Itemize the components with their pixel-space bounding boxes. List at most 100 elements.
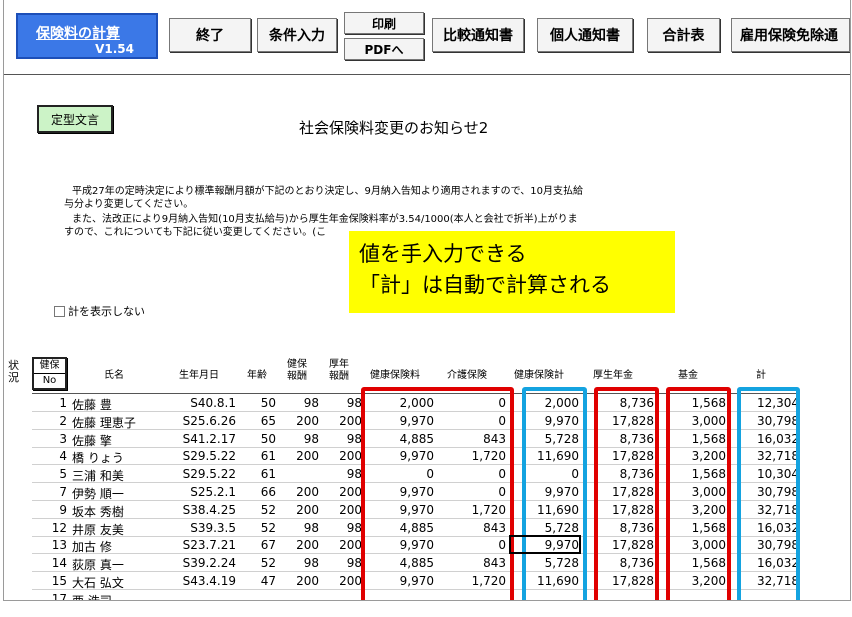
status-column-label: 状況 [8,359,19,384]
cell-age: 66 [260,485,276,499]
employment-exempt-button[interactable]: 雇用保険免除通 [731,18,850,52]
header-care-ins: 介護保険 [447,370,487,381]
cell-pension-std[interactable]: 98 [322,521,362,535]
cell-health-std[interactable]: 200 [279,449,319,463]
cell-health-std[interactable]: 200 [279,485,319,499]
cell-birth: S25.2.1 [190,485,236,499]
template-text-button[interactable]: 定型文言 [37,105,113,133]
cell-age: 47 [260,574,276,588]
cell-pension-std[interactable]: 98 [322,396,362,410]
cell-pension-std[interactable]: 98 [322,556,362,570]
header-line: 厚年 [329,359,349,370]
notice-title: 社会保険料変更のお知らせ2 [299,119,489,137]
cell-pension-std[interactable]: 98 [322,432,362,446]
header-pension: 厚生年金 [593,370,633,381]
cell-name: 西 浩司 [72,594,112,601]
selected-cell-indicator [509,535,581,554]
annotation-callout: 値を手入力できる 「計」は自動で計算される [349,231,675,313]
auto-calc-highlight-blue [522,387,587,600]
cell-no: 1 [59,396,67,410]
compare-notice-button[interactable]: 比較通知書 [432,18,524,52]
notice-paragraph-line: すので、これについても下記に従い変更してください。(こ [64,227,327,238]
header-pension-std: 厚年 報酬 [329,359,349,383]
auto-calc-highlight-blue [737,387,800,600]
cell-health-std[interactable]: 200 [279,538,319,552]
cell-age: 61 [260,467,276,482]
app-brand-button[interactable]: 保険料の計算 V1.54 [16,13,158,59]
cell-birth: S23.7.21 [182,538,236,553]
pdf-button[interactable]: PDFへ [344,38,424,60]
cell-age: 67 [260,538,276,553]
cell-health-std[interactable]: 98 [279,521,319,535]
cell-birth: S29.5.22 [182,449,236,464]
manual-input-highlight-red [594,387,659,600]
cell-health-std[interactable]: 200 [279,503,319,517]
cell-birth: S40.8.1 [190,396,236,410]
cell-birth: S43.4.19 [182,574,236,588]
cell-pension-std[interactable]: 200 [322,574,362,588]
app-title: 保険料の計算 [36,26,120,42]
callout-line: 値を手入力できる [359,242,527,266]
health-no-sort-button[interactable]: 健保 No [32,357,67,390]
personal-notice-button[interactable]: 個人通知書 [537,18,633,52]
total-table-button[interactable]: 合計表 [647,18,720,52]
end-button[interactable]: 終了 [169,18,251,52]
cell-no: 14 [51,556,67,571]
cell-pension-std[interactable]: 200 [322,449,362,463]
cell-birth: S29.5.22 [182,467,236,482]
header-total: 計 [756,370,766,381]
header-health-ins: 健康保険料 [370,370,420,381]
app-version: V1.54 [95,42,134,56]
cell-no: 5 [59,467,67,482]
header-age: 年齢 [247,370,267,381]
header-birth: 生年月日 [179,370,219,381]
cell-age: 50 [260,396,276,410]
cell-health-std[interactable]: 98 [279,396,319,410]
conditions-input-button[interactable]: 条件入力 [257,18,337,52]
cell-pension-std[interactable]: 98 [322,467,362,481]
manual-input-highlight-red [666,387,731,600]
cell-birth: S39.3.5 [190,520,236,535]
cell-pension-std[interactable]: 200 [322,538,362,552]
cell-no: 12 [51,520,67,535]
cell-birth: S25.6.26 [182,413,236,428]
cell-health-std[interactable]: 98 [279,556,319,570]
cell-health-std[interactable]: 200 [279,414,319,428]
no-button-line: No [34,373,65,388]
print-button[interactable]: 印刷 [344,12,424,34]
header-fund: 基金 [678,370,698,381]
cell-no: 9 [59,502,67,517]
cell-age: 50 [260,431,276,446]
notice-paragraph-line: 与分より変更してください。 [64,199,194,210]
cell-no: 3 [59,431,67,446]
cell-health-std[interactable]: 98 [279,432,319,446]
cell-pension-std[interactable]: 200 [322,503,362,517]
cell-health-std[interactable]: 200 [279,574,319,588]
callout-line: 「計」は自動で計算される [359,273,611,297]
cell-age: 65 [260,413,276,428]
notice-paragraph-line: また、法改正により9月納入告知(10月支払給与)から厚生年金保険料率が3.54/… [62,214,578,225]
cell-pension-std[interactable]: 200 [322,414,362,428]
cell-age: 52 [260,556,276,571]
header-line: 報酬 [287,371,307,382]
cell-age: 52 [260,502,276,517]
cell-birth: S39.2.24 [182,556,236,571]
header-line: 報酬 [329,371,349,382]
cell-pension-std[interactable]: 200 [322,485,362,499]
notice-paragraph-line: 平成27年の定時決定により標準報酬月額が下記のとおり決定し、9月納入告知より適用… [62,186,584,197]
cell-no: 7 [59,485,67,499]
cell-no: 2 [59,413,67,428]
header-health-std: 健保 報酬 [287,359,307,383]
cell-birth: S38.4.25 [182,502,236,517]
no-button-line: 健保 [39,360,60,371]
cell-birth: S41.2.17 [182,431,236,446]
checkbox-box[interactable] [54,305,65,317]
header-health-total: 健康保険計 [514,370,564,381]
app-window: 保険料の計算 V1.54 終了 条件入力 印刷 PDFへ 比較通知書 個人通知書… [3,0,851,601]
checkbox-label: 計を表示しない [68,305,145,318]
header-name: 氏名 [104,370,124,381]
hide-total-checkbox[interactable]: 計を表示しない [54,303,145,319]
cell-no: 13 [51,538,67,553]
toolbar: 保険料の計算 V1.54 終了 条件入力 印刷 PDFへ 比較通知書 個人通知書… [4,0,850,75]
cell-no: 15 [51,574,67,588]
